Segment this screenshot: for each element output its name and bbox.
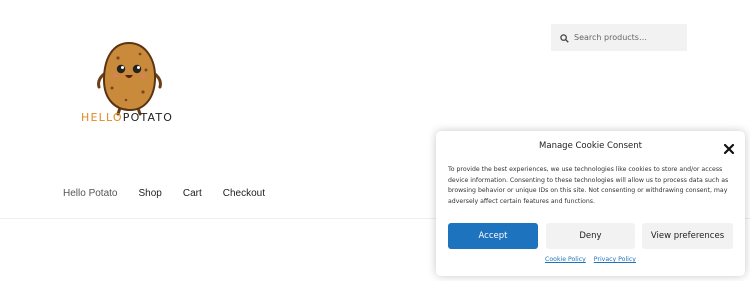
logo-text-potato: POTATO [122,111,174,124]
primary-navigation: Hello Potato Shop Cart Checkout [63,188,286,199]
accept-button[interactable]: Accept [448,223,538,249]
logo-wordmark: HELLOPOTATO [81,111,173,124]
nav-item-hello-potato[interactable]: Hello Potato [63,188,117,199]
nav-item-checkout[interactable]: Checkout [223,188,265,199]
nav-item-cart[interactable]: Cart [183,188,202,199]
search-icon [560,28,569,47]
cookie-policy-link[interactable]: Cookie Policy [545,256,586,263]
cookie-consent-dialog: Manage Cookie Consent To provide the bes… [436,131,745,276]
cookie-dialog-message: To provide the best experiences, we use … [448,166,729,205]
search-input[interactable] [574,33,684,42]
cookie-dialog-links: Cookie Policy Privacy Policy [436,256,745,263]
deny-button[interactable]: Deny [546,223,635,249]
close-icon[interactable] [723,140,735,155]
cookie-dialog-title: Manage Cookie Consent [539,141,642,151]
view-preferences-button[interactable]: View preferences [642,223,733,249]
logo-text-hello: HELLO [81,111,123,124]
privacy-policy-link[interactable]: Privacy Policy [594,256,636,263]
nav-item-shop[interactable]: Shop [138,188,161,199]
product-search-form[interactable] [551,24,687,51]
